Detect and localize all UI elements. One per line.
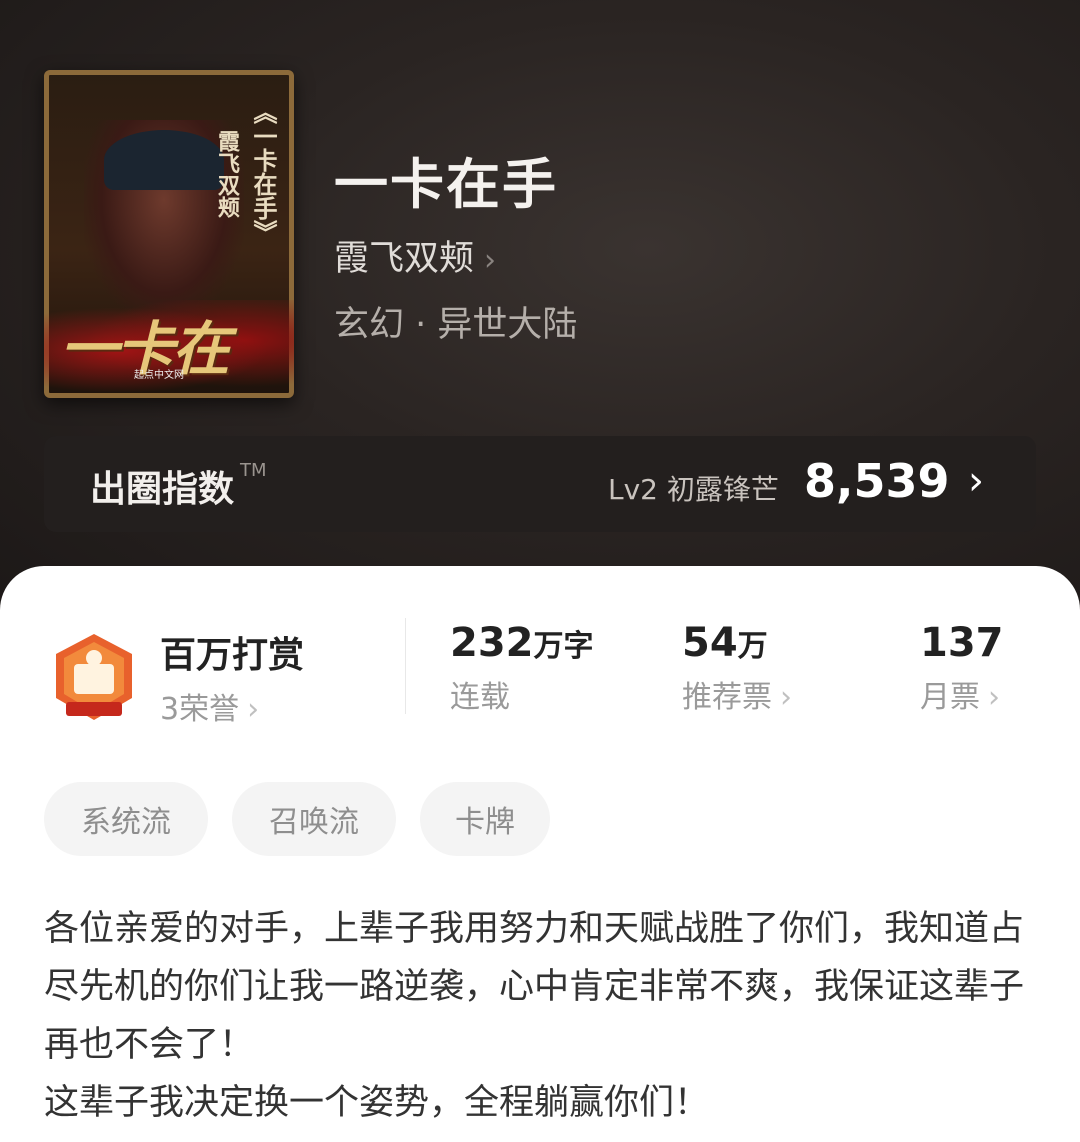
monthly-value: 137 (920, 620, 1004, 666)
cover-vertical-title: 《一卡在手》 (249, 100, 278, 244)
word-count: 232万字 (450, 620, 594, 666)
recommend-label-wrap: 推荐票 › (682, 672, 792, 716)
word-count-stat: 232万字 连载 (450, 620, 594, 716)
book-title: 一卡在手 (334, 152, 558, 216)
recommend-label: 推荐票 (682, 680, 772, 715)
chevron-right-icon: › (247, 692, 260, 727)
monthly-label-wrap: 月票 › (920, 672, 1004, 716)
popularity-index-bar[interactable]: 出圈指数 TM Lv2 初露锋芒 8,539 › (44, 436, 1036, 532)
index-score: 8,539 (804, 454, 950, 508)
chevron-right-icon: › (780, 680, 792, 715)
cover-publisher: 起点中文网 (134, 370, 184, 381)
chevron-right-icon: › (988, 680, 1000, 715)
status-label: 连载 (450, 680, 510, 715)
author-link[interactable]: 霞飞双颊 › (334, 230, 496, 281)
chevron-right-icon: › (484, 243, 497, 278)
divider (405, 618, 406, 714)
recommend-stat[interactable]: 54万 推荐票 › (682, 620, 792, 716)
word-count-unit: 万字 (533, 629, 594, 664)
recommend-value: 54 (682, 620, 738, 666)
tag-system[interactable]: 系统流 (44, 782, 208, 856)
index-label: 出圈指数 (90, 469, 235, 510)
synopsis[interactable]: 各位亲爱的对手，上辈子我用努力和天赋战胜了你们，我知道占尽先机的你们让我一路逆袭… (44, 900, 1044, 1132)
recommend-count: 54万 (682, 620, 792, 666)
genre-label: 玄幻 · 异世大陆 (334, 305, 578, 345)
reward-stat[interactable]: 百万打赏 3荣誉 › (160, 626, 304, 728)
cover-vertical-author: 霞飞双颊 (214, 130, 240, 218)
synopsis-paragraph: 各位亲爱的对手，上辈子我用努力和天赋战胜了你们，我知道占尽先机的你们让我一路逆袭… (44, 909, 1025, 1065)
index-label-wrap: 出圈指数 TM (90, 460, 267, 512)
tag-summon[interactable]: 召唤流 (232, 782, 396, 856)
cover-big-title: 一卡在手 (60, 315, 230, 383)
reward-title: 百万打赏 (160, 635, 305, 676)
chevron-right-icon: › (968, 458, 984, 504)
word-count-value: 232 (450, 620, 534, 666)
synopsis-paragraph: 这辈子我决定换一个姿势，全程躺赢你们！ (44, 1083, 710, 1123)
index-level: Lv2 初露锋芒 (608, 473, 779, 506)
author-name: 霞飞双颊 (334, 239, 475, 279)
monthly-label: 月票 (920, 680, 980, 715)
book-cover[interactable]: 《一卡在手》 霞飞双颊 一卡在手 起点中文网 (44, 70, 294, 398)
monthly-ticket-stat[interactable]: 137 月票 › (920, 620, 1004, 716)
reward-badge-icon[interactable] (46, 630, 142, 726)
reward-sub-wrap: 3荣誉 › (160, 684, 304, 728)
trademark: TM (240, 460, 267, 481)
recommend-unit: 万 (737, 629, 768, 664)
reward-honor: 3荣誉 (160, 692, 240, 727)
tag-card[interactable]: 卡牌 (420, 782, 550, 856)
